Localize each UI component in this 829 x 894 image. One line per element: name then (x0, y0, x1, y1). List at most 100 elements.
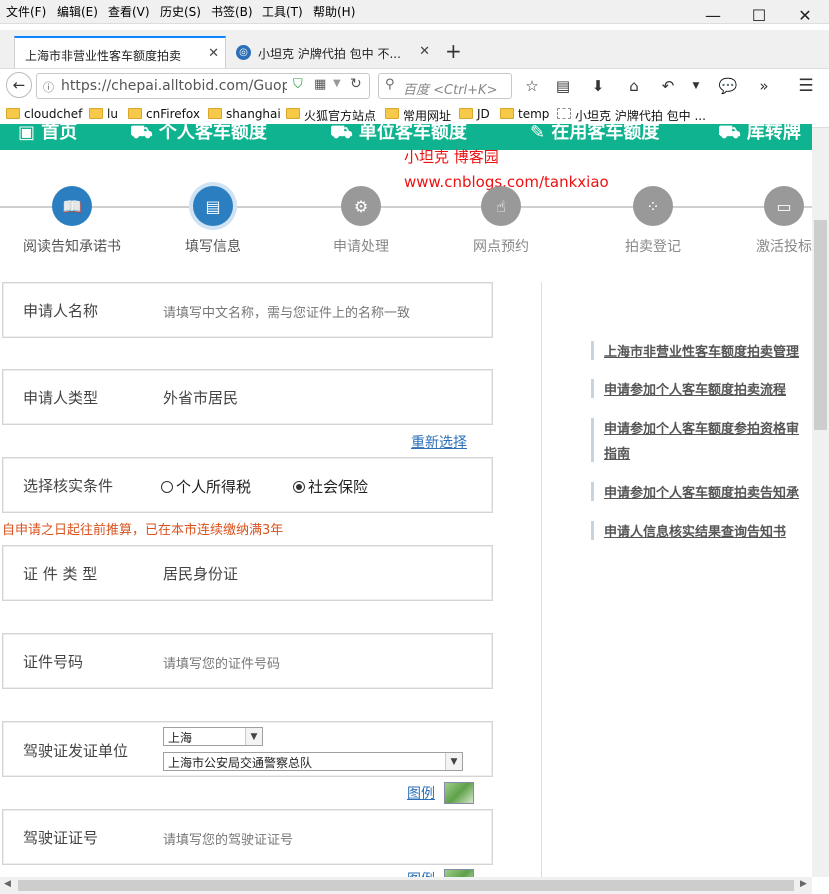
tab-title: 小坦克 沪牌代拍 包中 不... (258, 47, 401, 61)
chevron-down-icon[interactable]: ▼ (684, 74, 708, 98)
menu-bookmarks[interactable]: 书签(B) (211, 3, 253, 20)
banner-company[interactable]: ⛟ 单位客车额度 (330, 124, 467, 146)
scroll-right-icon[interactable]: ▶ (800, 879, 807, 889)
bookmark-item[interactable]: cnFirefox (128, 107, 200, 121)
sidebar-link-guide[interactable]: 指南 (591, 443, 630, 462)
income-tax-radio[interactable]: 个人所得税 (161, 476, 251, 497)
close-window-button[interactable]: ✕ (782, 0, 828, 30)
banner-personal[interactable]: ⛟ 个人客车额度 (130, 124, 267, 146)
vertical-scroll-thumb[interactable] (814, 220, 827, 430)
watermark-title: 小坦克 博客园 (404, 148, 499, 166)
sidebar-link-notice[interactable]: 申请参加个人客车额度拍卖告知承 (591, 482, 799, 501)
menu-edit[interactable]: 编辑(E) (57, 3, 98, 20)
hamburger-menu-icon[interactable]: ☰ (794, 74, 818, 98)
sidebar-link-marker (591, 418, 594, 462)
license-number-label: 驾驶证证号 (23, 829, 99, 847)
new-tab-icon[interactable]: + (445, 39, 462, 63)
tab-title: 上海市非营业性客车额度拍卖 (25, 49, 182, 63)
license-number-example[interactable]: 图例 (400, 869, 480, 877)
sidebar-divider (541, 282, 542, 882)
license-number-input[interactable]: 请填写您的驾驶证证号 (163, 829, 293, 848)
search-placeholder: 百度 <Ctrl+K> (403, 83, 498, 98)
shield-icon[interactable]: ⛉ (293, 77, 303, 92)
bookmark-item[interactable]: 小坦克 沪牌代拍 包中 ... (557, 107, 706, 124)
tab-auction[interactable]: 上海市非营业性客车额度拍卖 ✕ (14, 36, 226, 68)
bookmark-item[interactable]: cloudchef (6, 107, 82, 121)
sidebar-link-query[interactable]: 申请人信息核实结果查询告知书 (591, 521, 786, 540)
bookmark-item[interactable]: shanghai (208, 107, 281, 121)
social-insurance-radio[interactable]: 社会保险 (293, 476, 368, 497)
info-icon[interactable]: ⓘ (43, 79, 54, 95)
close-tab-icon[interactable]: ✕ (419, 44, 430, 59)
minimize-button[interactable]: — (690, 0, 736, 30)
license-number-example-image (444, 869, 474, 877)
city-select[interactable]: 上海 ▼ (163, 727, 263, 746)
home-icon[interactable]: ⌂ (622, 74, 646, 98)
menu-tools[interactable]: 工具(T) (262, 3, 303, 20)
applicant-type-row: 申请人类型 外省市居民 (2, 369, 493, 425)
folder-icon (208, 108, 222, 119)
issuer-unit-select[interactable]: 上海市公安局交通警察总队 ▼ (163, 752, 463, 771)
tab-bar: 上海市非营业性客车额度拍卖 ✕ ◎ 小坦克 沪牌代拍 包中 不... ✕ + (0, 30, 829, 68)
step-processing: ⚙ 申请处理 (291, 186, 431, 256)
page-icon (557, 108, 571, 119)
license-issuer-row: 驾驶证发证单位 上海 ▼ 上海市公安局交通警察总队 ▼ (2, 721, 493, 777)
menu-view[interactable]: 查看(V) (108, 3, 150, 20)
undo-icon[interactable]: ↶ (656, 74, 680, 98)
banner-home[interactable]: ▣ 首页 (18, 124, 77, 144)
id-number-input[interactable]: 请填写您的证件号码 (163, 653, 280, 672)
sidebar-link-process[interactable]: 申请参加个人客车额度拍卖流程 (591, 379, 786, 398)
menu-help[interactable]: 帮助(H) (313, 3, 355, 20)
overflow-icon[interactable]: » (752, 74, 776, 98)
bookmark-item[interactable]: lu (89, 107, 118, 121)
banner-in-use[interactable]: ✎ 在用客车额度 (530, 124, 659, 144)
banner-transfer[interactable]: ⛟ 库转牌 (718, 124, 801, 146)
menu-file[interactable]: 文件(F) (6, 3, 46, 20)
bookmark-item[interactable]: 常用网址 (385, 107, 451, 124)
form-icon: ▤ (193, 186, 233, 226)
navigation-bar: ← ⓘ https://chepai.alltobid.com/Guop ⛉ ▦… (0, 68, 829, 102)
url-text: https://chepai.alltobid.com/Guop (61, 78, 287, 94)
applicant-type-value: 外省市居民 (163, 389, 239, 407)
id-type-label: 证 件 类 型 (23, 565, 98, 583)
folder-icon (128, 108, 142, 119)
back-icon[interactable]: ← (6, 72, 32, 98)
reload-icon[interactable]: ↻ (350, 76, 362, 92)
license-example-link[interactable]: 图例 (407, 783, 435, 803)
url-bar[interactable]: ⓘ https://chepai.alltobid.com/Guop ⛉ ▦ ▼… (36, 73, 370, 99)
horizontal-scroll-thumb[interactable] (18, 880, 794, 891)
dots-icon: ⁘ (633, 186, 673, 226)
reading-list-icon[interactable]: ▤ (551, 74, 575, 98)
tab-blog[interactable]: ◎ 小坦克 沪牌代拍 包中 不... ✕ (230, 36, 436, 68)
folder-icon (286, 108, 300, 119)
search-box[interactable]: ⚲ 百度 <Ctrl+K> (378, 73, 512, 99)
vertical-scrollbar[interactable] (812, 128, 829, 877)
close-tab-icon[interactable]: ✕ (208, 46, 219, 61)
processing-icon: ⚙ (341, 186, 381, 226)
sidebar-link-eligibility[interactable]: 申请参加个人客车额度参拍资格审 (591, 418, 799, 437)
horizontal-scrollbar[interactable]: ◀ ▶ (0, 877, 812, 894)
applicant-name-input[interactable]: 请填写中文名称，需与您证件上的名称一致 (163, 302, 410, 321)
star-icon[interactable]: ☆ (520, 74, 544, 98)
bookmark-item[interactable]: JD (459, 107, 490, 121)
reselect-link[interactable]: 重新选择 (411, 432, 467, 452)
bookmark-item[interactable]: temp (500, 107, 549, 121)
maximize-button[interactable]: ☐ (736, 0, 782, 30)
book-icon: 📖 (52, 186, 92, 226)
verify-note: 自申请之日起往前推算，已在本市连续缴纳满3年 (2, 523, 284, 538)
license-number-example-link[interactable]: 图例 (407, 869, 435, 877)
card-icon: ▭ (764, 186, 804, 226)
radio-icon (161, 481, 173, 493)
menu-history[interactable]: 历史(S) (160, 3, 201, 20)
bookmark-item[interactable]: 火狐官方站点 (286, 107, 376, 124)
qr-icon[interactable]: ▦ (314, 77, 326, 92)
chat-icon[interactable]: 💬 (716, 74, 740, 98)
sidebar-link-rules[interactable]: 上海市非营业性客车额度拍卖管理 (591, 341, 799, 360)
scroll-left-icon[interactable]: ◀ (4, 879, 11, 889)
applicant-name-row: 申请人名称 请填写中文名称，需与您证件上的名称一致 (2, 282, 493, 338)
license-example-image[interactable] (444, 782, 474, 804)
dropdown-icon[interactable]: ▼ (333, 78, 341, 89)
chevron-down-icon: ▼ (445, 753, 462, 770)
sidebar-links: 上海市非营业性客车额度拍卖管理 申请参加个人客车额度拍卖流程 申请参加个人客车额… (591, 330, 812, 560)
download-icon[interactable]: ⬇ (586, 74, 610, 98)
